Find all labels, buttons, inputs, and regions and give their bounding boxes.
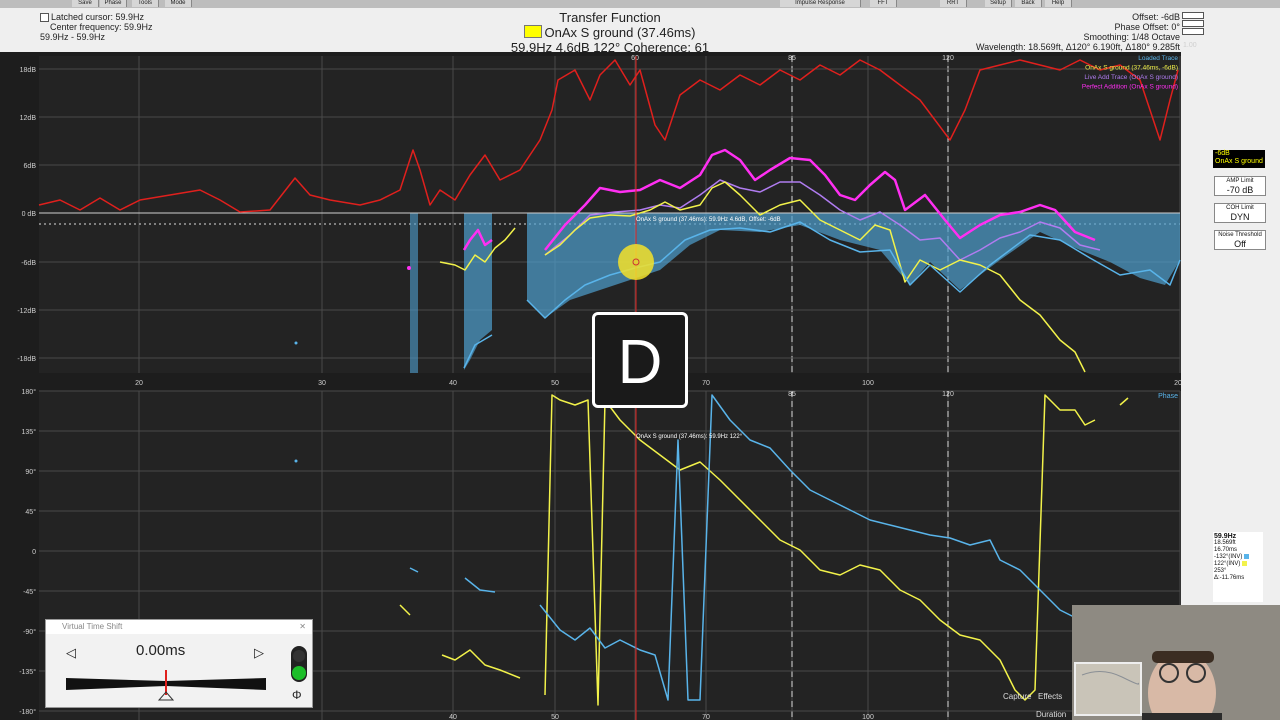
amp-limit-button[interactable]: AMP Limit -70 dB <box>1214 176 1266 196</box>
phase-legend: Phase <box>1158 393 1178 400</box>
phase-y-tick: 180° <box>22 388 37 396</box>
noise-threshold-button[interactable]: Noise Threshold Off <box>1214 230 1266 250</box>
phase-y-tick: 0 <box>32 549 36 556</box>
phase-icon[interactable]: Φ <box>292 688 302 702</box>
frequency-tick: 85 <box>788 55 796 62</box>
frequency-tick: 40 <box>449 714 457 720</box>
cursor-readout-line: 253° <box>1214 568 1227 574</box>
magnitude-y-tick: 12dB <box>20 115 37 122</box>
cursor-readout-box: 59.9Hz 18.569ft 16.70ms -132°(INV) 122°(INV)… <box>1213 532 1263 602</box>
coherence-tick: 1.00 <box>1183 42 1197 49</box>
active-trace-box[interactable]: -6dB OnAx S ground <box>1213 150 1265 168</box>
phase-cursor-label: OnAx S ground (37.46ms): 59.9Hz 122° <box>636 434 743 440</box>
virtual-time-shift-window[interactable]: Virtual Time Shift ✕ ◁ 0.00ms ▷ Φ <box>45 619 313 708</box>
coh-limit-label: COH Limit <box>1226 205 1254 211</box>
effects-tab[interactable]: Effects <box>1038 692 1062 701</box>
noise-threshold-label: Noise Threshold <box>1218 232 1262 238</box>
cursor-highlight <box>618 244 654 280</box>
right-arrow-icon[interactable]: ▷ <box>254 645 264 661</box>
frequency-tick: 30 <box>318 380 326 387</box>
amp-limit-label: AMP Limit <box>1226 178 1254 184</box>
magnitude-y-tick: 6dB <box>24 163 37 170</box>
magnitude-y-tick: -18dB <box>17 356 36 363</box>
frequency-tick: 120 <box>942 391 954 398</box>
capture-tab[interactable]: Capture <box>1003 692 1031 701</box>
slider-marker-icon <box>157 691 175 701</box>
duration-tab[interactable]: Duration <box>1036 710 1066 719</box>
frequency-tick: 100 <box>862 380 874 387</box>
frequency-tick: 60 <box>631 55 639 62</box>
vts-value: 0.00ms <box>136 642 186 659</box>
webcam-overlay <box>1072 605 1280 720</box>
magnitude-y-tick: 18dB <box>20 67 37 74</box>
cursor-readout-line: 16.70ms <box>1214 547 1238 553</box>
phase-y-tick: 135° <box>22 428 37 436</box>
toggle-switch[interactable] <box>291 646 307 682</box>
coherence-fill <box>410 213 418 373</box>
frequency-tick: 100 <box>862 714 874 720</box>
phase-y-tick: -180° <box>19 708 36 716</box>
frequency-tick: 40 <box>449 380 457 387</box>
amp-limit-value: -70 dB <box>1226 185 1254 195</box>
coh-limit-value: DYN <box>1230 212 1250 222</box>
frequency-tick: 50 <box>551 714 559 720</box>
frequency-tick: 120 <box>942 55 954 62</box>
frequency-tick: 70 <box>702 714 710 720</box>
data-point <box>407 266 411 270</box>
legend-entry: Live Add Trace (OnAx S ground) <box>1084 74 1178 81</box>
magnitude-y-tick: -12dB <box>17 308 36 315</box>
magnitude-y-tick: 0 dB <box>22 211 37 218</box>
legend-entry: Loaded Trace <box>1138 55 1178 62</box>
frequency-tick: 85 <box>788 391 796 398</box>
cursor-readout-line: 59.9Hz <box>1214 533 1237 540</box>
phase-y-tick: -135° <box>19 668 36 676</box>
coh-limit-button[interactable]: COH Limit DYN <box>1214 203 1266 223</box>
sidebar-trace-label: OnAx S ground <box>1215 158 1263 165</box>
noise-threshold-value: Off <box>1234 239 1246 249</box>
cursor-readout-line: 18.569ft <box>1214 540 1236 546</box>
close-icon[interactable]: ✕ <box>299 620 306 634</box>
data-point <box>294 341 298 345</box>
keypress-overlay: D <box>581 301 699 419</box>
phase-y-tick: -45° <box>23 588 36 596</box>
time-shift-slider[interactable] <box>66 678 266 690</box>
magnitude-y-tick: -6dB <box>21 260 36 267</box>
phase-y-tick: 90° <box>25 468 36 476</box>
frequency-tick: 20 <box>135 380 143 387</box>
legend-entry: Perfect Addition (OnAx S ground) <box>1082 84 1178 91</box>
legend-entry: OnAx S ground (37.46ms, -6dB) <box>1085 65 1178 72</box>
offset-badge: -6dB <box>1215 150 1230 157</box>
cursor-readout-line: 122°(INV) <box>1214 561 1262 568</box>
cursor-readout-line: -132°(INV) <box>1214 554 1262 561</box>
vts-titlebar[interactable]: Virtual Time Shift ✕ <box>46 620 312 634</box>
magnitude-cursor-label: OnAx S ground (37.46ms): 59.9Hz 4.6dB, O… <box>636 217 781 223</box>
frequency-tick: 50 <box>551 380 559 387</box>
phase-y-tick: -90° <box>23 628 36 636</box>
phase-y-tick: 45° <box>25 508 36 516</box>
vts-title: Virtual Time Shift <box>62 622 123 631</box>
data-point <box>294 459 298 463</box>
left-arrow-icon[interactable]: ◁ <box>66 645 76 661</box>
frequency-tick: 70 <box>702 380 710 387</box>
cursor-readout-line: Δ:-11.76ms <box>1214 575 1245 581</box>
